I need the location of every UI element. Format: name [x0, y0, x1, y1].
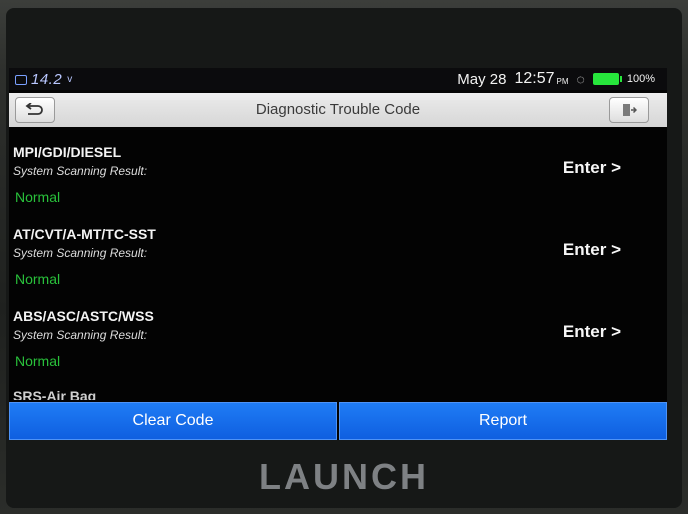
- system-name: MPI/GDI/DIESEL: [13, 144, 122, 160]
- clear-code-button[interactable]: Clear Code: [9, 402, 337, 440]
- exit-button[interactable]: [609, 97, 649, 123]
- status-ampm: PM: [556, 76, 569, 86]
- status-normal: Normal: [15, 189, 61, 205]
- action-bar: Clear Code Report: [9, 402, 667, 440]
- enter-button[interactable]: Enter >: [563, 322, 621, 342]
- scan-result-label: System Scanning Result:: [13, 164, 148, 178]
- list-item-partial[interactable]: SRS-Air Bag: [13, 388, 96, 400]
- voltage-unit: v: [67, 74, 73, 85]
- battery-icon: [592, 73, 622, 85]
- system-name: AT/CVT/A-MT/TC-SST: [13, 226, 156, 242]
- battery-voltage: 14.2: [31, 71, 63, 88]
- title-bar: Diagnostic Trouble Code: [9, 93, 667, 127]
- page-title: Diagnostic Trouble Code: [255, 101, 421, 118]
- scan-result-label: System Scanning Result:: [13, 328, 148, 342]
- scan-result-label: System Scanning Result:: [13, 246, 148, 260]
- system-name: ABS/ASC/ASTC/WSS: [13, 308, 154, 324]
- system-list: MPI/GDI/DIESEL System Scanning Result: N…: [9, 130, 667, 400]
- status-right: May 28 12:57 PM ◌ 100%: [457, 70, 655, 88]
- wifi-icon: ◌: [576, 71, 585, 87]
- status-left: 14.2 v: [15, 71, 72, 88]
- report-button[interactable]: Report: [339, 402, 667, 440]
- enter-button[interactable]: Enter >: [563, 240, 621, 260]
- exit-door-icon: [623, 104, 637, 116]
- device-screen: 14.2 v May 28 12:57 PM ◌ 100% Diagnostic…: [9, 68, 667, 440]
- status-date: May 28: [457, 70, 507, 88]
- enter-button[interactable]: Enter >: [563, 158, 621, 178]
- status-bar: 14.2 v May 28 12:57 PM ◌ 100%: [9, 68, 667, 90]
- list-item[interactable]: AT/CVT/A-MT/TC-SST System Scanning Resul…: [9, 226, 667, 310]
- list-item[interactable]: MPI/GDI/DIESEL System Scanning Result: N…: [9, 144, 667, 228]
- brand-logo: LAUNCH: [259, 456, 429, 497]
- calendar-icon: [15, 74, 27, 85]
- list-item[interactable]: ABS/ASC/ASTC/WSS System Scanning Result:…: [9, 308, 667, 392]
- status-normal: Normal: [15, 271, 61, 287]
- status-normal: Normal: [15, 353, 61, 369]
- status-time: 12:57: [514, 70, 555, 87]
- battery-percent: 100%: [626, 73, 655, 85]
